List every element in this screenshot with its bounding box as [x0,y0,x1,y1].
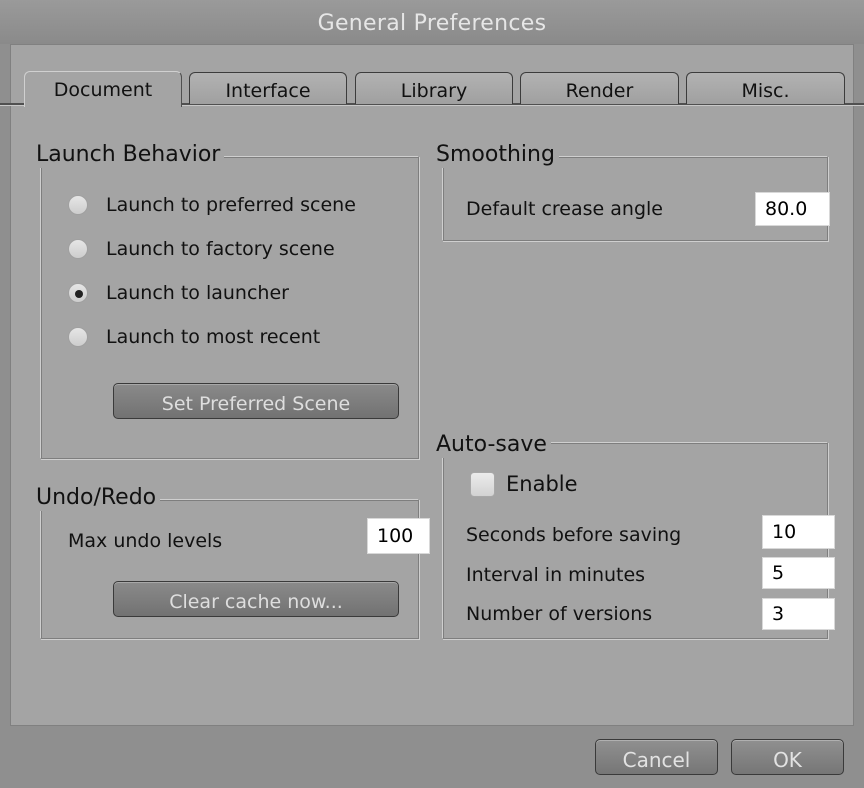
max-undo-label: Max undo levels [68,530,223,552]
seconds-before-saving-label: Seconds before saving [466,524,682,546]
clear-cache-button[interactable]: Clear cache now... [113,581,399,617]
enable-checkbox[interactable] [470,472,495,497]
number-of-versions-label: Number of versions [466,603,653,625]
crease-angle-label: Default crease angle [466,198,663,220]
tab-document[interactable]: Document [24,71,182,107]
radio-launch-factory[interactable] [68,239,88,259]
max-undo-field[interactable]: 100 [367,518,430,554]
cancel-button[interactable]: Cancel [595,739,718,775]
radio-launch-launcher[interactable] [68,283,88,303]
tab-interface[interactable]: Interface [189,72,347,104]
tab-misc[interactable]: Misc. [686,72,845,104]
set-preferred-scene-button[interactable]: Set Preferred Scene [113,383,399,419]
tab-library[interactable]: Library [355,72,513,104]
interval-minutes-field[interactable]: 5 [762,557,835,589]
title-bar[interactable]: General Preferences [0,0,864,44]
window-title: General Preferences [317,11,547,36]
radio-launch-recent[interactable] [68,327,88,347]
radio-launch-preferred[interactable] [68,195,88,215]
radio-launch-factory-label[interactable]: Launch to factory scene [106,237,335,261]
tab-render[interactable]: Render [520,72,679,104]
radio-launch-recent-label[interactable]: Launch to most recent [106,325,320,349]
radio-launch-launcher-label[interactable]: Launch to launcher [106,281,289,305]
auto-save-title: Auto-save [436,432,551,458]
smoothing-title: Smoothing [436,142,559,168]
preferences-window: General Preferences Document Interface L… [0,0,864,788]
enable-label[interactable]: Enable [506,472,578,496]
radio-selected-dot [75,290,83,298]
seconds-before-saving-field[interactable]: 10 [762,515,835,549]
undo-redo-title: Undo/Redo [36,485,161,511]
number-of-versions-field[interactable]: 3 [762,598,835,630]
launch-behavior-title: Launch Behavior [36,142,225,168]
ok-button[interactable]: OK [731,739,844,775]
radio-launch-preferred-label[interactable]: Launch to preferred scene [106,193,356,217]
crease-angle-field[interactable]: 80.0 [755,192,830,226]
interval-minutes-label: Interval in minutes [466,564,646,586]
